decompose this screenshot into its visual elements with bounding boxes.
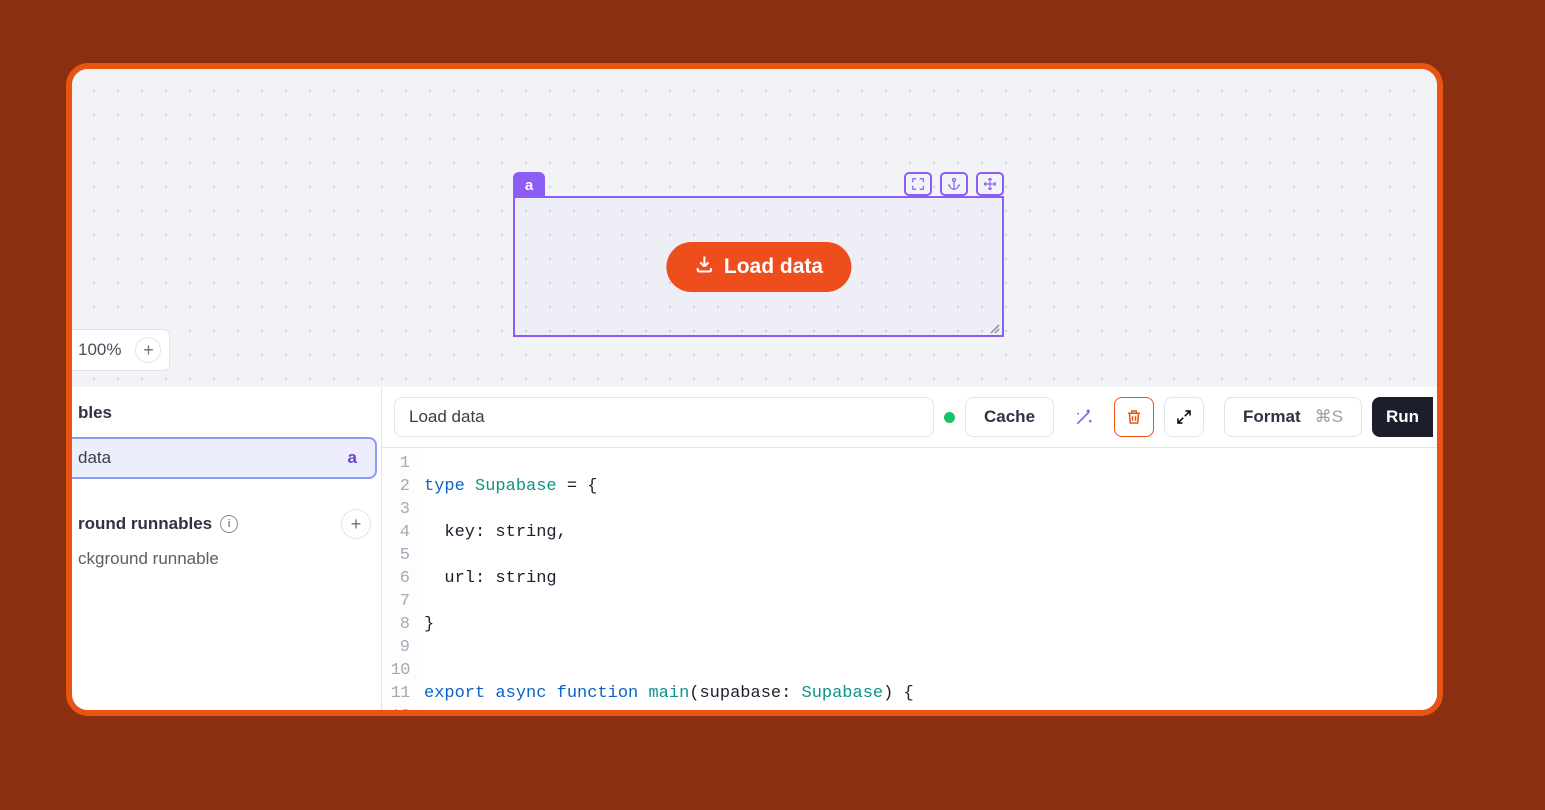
cache-label: Cache bbox=[984, 407, 1035, 427]
app-frame: a Load data bbox=[66, 63, 1443, 716]
zoom-value: 100% bbox=[78, 340, 121, 360]
info-icon[interactable]: i bbox=[220, 515, 238, 533]
anchor-icon[interactable] bbox=[940, 172, 968, 196]
cache-button[interactable]: Cache bbox=[965, 397, 1054, 437]
sidebar-item-label: data bbox=[78, 448, 111, 468]
format-button[interactable]: Format ⌘S bbox=[1224, 397, 1362, 437]
code-content[interactable]: type Supabase = { key: string, url: stri… bbox=[418, 448, 1046, 710]
download-icon bbox=[694, 254, 714, 280]
editor-column: Cache Format ⌘S Run bbox=[382, 387, 1443, 710]
fullscreen-button[interactable] bbox=[1164, 397, 1204, 437]
selection-box[interactable]: a Load data bbox=[513, 196, 1004, 337]
line-gutter: 1 2 3 4 5 6 7 8 9 10 11 12 bbox=[382, 448, 418, 710]
load-data-label: Load data bbox=[724, 255, 823, 279]
format-label: Format bbox=[1243, 407, 1301, 427]
selection-label: a bbox=[513, 172, 545, 198]
sidebar-heading-runnables: bles bbox=[72, 399, 381, 437]
sidebar-group-title: round runnables i bbox=[78, 514, 238, 534]
sidebar-sub-item[interactable]: ckground runnable bbox=[72, 539, 381, 569]
status-dot-icon bbox=[944, 412, 955, 423]
add-runnable-button[interactable]: + bbox=[341, 509, 371, 539]
editor-toolbar: Cache Format ⌘S Run bbox=[382, 387, 1443, 447]
sidebar-item-tag: a bbox=[348, 448, 357, 468]
sidebar-item-data[interactable]: data a bbox=[72, 437, 377, 479]
load-data-button[interactable]: Load data bbox=[666, 242, 851, 292]
zoom-in-button[interactable]: + bbox=[135, 337, 161, 363]
run-label: Run bbox=[1386, 407, 1419, 426]
move-icon[interactable] bbox=[976, 172, 1004, 196]
sidebar-group: round runnables i + bbox=[72, 509, 381, 539]
expand-diagonal-icon bbox=[1175, 408, 1193, 426]
trash-icon bbox=[1125, 408, 1143, 426]
zoom-control: 100% + bbox=[72, 329, 170, 371]
run-button[interactable]: Run bbox=[1372, 397, 1433, 437]
delete-button[interactable] bbox=[1114, 397, 1154, 437]
bottom-panel: bles data a round runnables i + ckground… bbox=[72, 387, 1437, 710]
sidebar-group-title-text: round runnables bbox=[78, 514, 212, 534]
selection-tools bbox=[904, 172, 1004, 196]
code-editor[interactable]: 1 2 3 4 5 6 7 8 9 10 11 12 type Supabase… bbox=[382, 447, 1443, 710]
runnable-name-input[interactable] bbox=[394, 397, 934, 437]
magic-wand-icon[interactable] bbox=[1064, 397, 1104, 437]
design-canvas[interactable]: a Load data bbox=[72, 69, 1437, 387]
resize-handle-icon[interactable] bbox=[988, 321, 1000, 333]
sidebar: bles data a round runnables i + ckground… bbox=[72, 387, 382, 710]
format-shortcut: ⌘S bbox=[1315, 407, 1343, 427]
expand-icon[interactable] bbox=[904, 172, 932, 196]
